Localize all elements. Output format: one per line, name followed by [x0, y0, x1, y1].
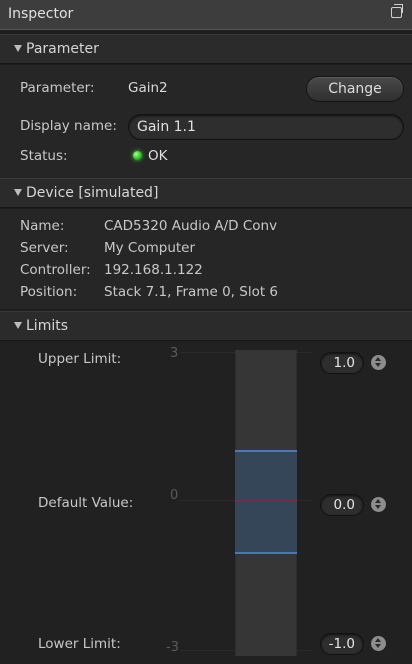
device-server-label: Server: [20, 240, 69, 256]
section-header-parameter[interactable]: Parameter [0, 34, 412, 64]
upper-limit-spinner-icon[interactable] [371, 355, 386, 370]
device-controller-value: 192.168.1.122 [104, 262, 203, 278]
undock-icon[interactable] [391, 4, 403, 18]
lower-limit-value: -1.0 [328, 636, 355, 652]
status-value: OK [148, 148, 168, 164]
lower-limit-marker[interactable] [235, 552, 297, 554]
parameter-value: Gain2 [128, 80, 168, 96]
device-controller-label: Controller: [20, 262, 91, 278]
device-server-value: My Computer [104, 240, 196, 256]
display-name-field[interactable]: Gain 1.1 [128, 114, 404, 140]
device-name-label: Name: [20, 218, 65, 234]
axis-min-label: -3 [166, 640, 179, 655]
inspector-titlebar: Inspector [0, 0, 412, 30]
axis-mid-label: 0 [170, 488, 179, 503]
parameter-label: Parameter: [20, 80, 95, 96]
collapse-triangle-icon [14, 322, 22, 329]
upper-limit-field[interactable]: 1.0 [320, 352, 364, 374]
section-title-parameter: Parameter [26, 41, 99, 57]
device-position-label: Position: [20, 284, 78, 300]
section-header-device[interactable]: Device [simulated] [0, 178, 412, 208]
display-name-value: Gain 1.1 [137, 119, 196, 135]
limits-range-band[interactable] [235, 452, 297, 554]
upper-limit-value: 1.0 [333, 355, 355, 371]
default-value-marker[interactable] [235, 500, 297, 502]
default-value-label: Default Value: [38, 495, 134, 511]
change-button[interactable]: Change [306, 76, 404, 102]
display-name-label: Display name: [20, 118, 117, 134]
lower-limit-spinner-icon[interactable] [371, 636, 386, 651]
collapse-triangle-icon [14, 45, 22, 52]
window-title: Inspector [8, 6, 74, 22]
upper-limit-label: Upper Limit: [38, 351, 122, 367]
collapse-triangle-icon [14, 189, 22, 196]
device-name-value: CAD5320 Audio A/D Conv [104, 218, 278, 234]
default-value-spinner-icon[interactable] [371, 497, 386, 512]
upper-limit-marker[interactable] [235, 450, 297, 452]
status-label: Status: [20, 148, 68, 164]
default-value-value: 0.0 [333, 497, 355, 513]
section-header-limits[interactable]: Limits [0, 311, 412, 341]
lower-limit-label: Lower Limit: [38, 636, 121, 652]
section-title-device: Device [simulated] [26, 185, 159, 201]
section-title-limits: Limits [26, 318, 68, 334]
lower-limit-field[interactable]: -1.0 [320, 633, 364, 655]
axis-max-label: 3 [170, 346, 179, 361]
default-value-field[interactable]: 0.0 [320, 494, 364, 516]
status-led-icon [133, 151, 142, 160]
device-position-value: Stack 7.1, Frame 0, Slot 6 [104, 284, 278, 300]
